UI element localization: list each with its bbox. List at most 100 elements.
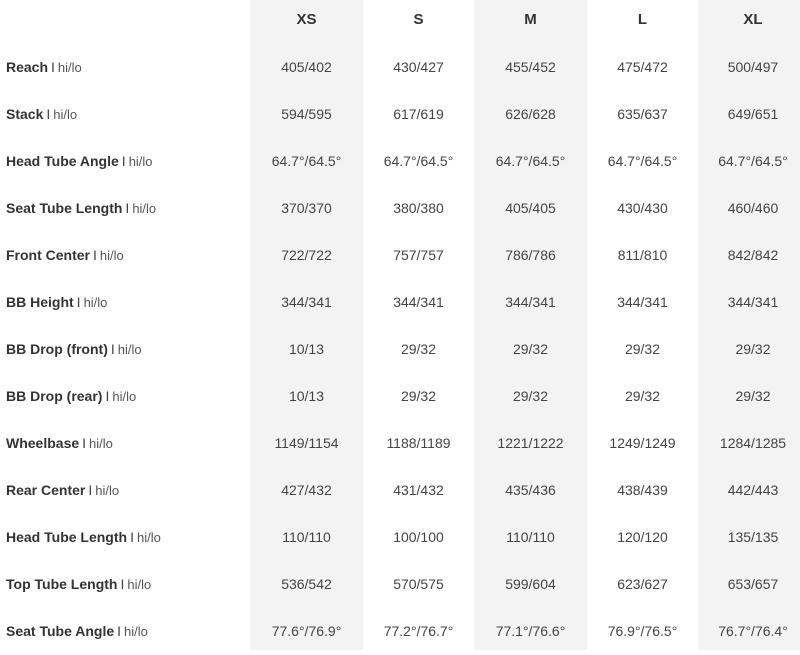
row-label-main: Wheelbase	[6, 435, 80, 451]
table-row: Stack Ihi/lo 594/595 617/619 626/628 635/637 6…	[0, 91, 800, 138]
table-cell: 626/628	[505, 106, 556, 122]
table-cell: 29/32	[512, 388, 549, 404]
table-cell: 64.7°/64.5°	[271, 153, 342, 169]
table-cell: 1221/1222	[497, 435, 564, 451]
row-label-main: Stack	[6, 106, 44, 122]
table-cell: 344/341	[617, 294, 668, 310]
row-label-separator: I	[105, 388, 110, 404]
table-cell: 757/757	[393, 247, 444, 263]
row-label-suffix: hi/lo	[132, 201, 157, 216]
table-cell: 135/135	[727, 529, 779, 545]
table-row: Head Tube Length Ihi/lo 110/110 100/100 110/…	[0, 514, 800, 561]
table-cell: 344/341	[281, 294, 332, 310]
row-label-separator: I	[51, 59, 55, 75]
table-cell: 1249/1249	[609, 435, 676, 451]
table-row: BB Drop (rear) Ihi/lo 10/13 29/32 29/32 29/32…	[0, 373, 800, 420]
row-label-suffix: hi/lo	[127, 577, 152, 592]
row-label-separator: I	[76, 294, 81, 310]
size-header-xs: XS	[296, 11, 317, 28]
table-cell: 405/405	[505, 200, 556, 216]
row-label-main: Top Tube Length	[6, 576, 118, 592]
table-row: Front Center Ihi/lo 722/722 757/757 786/786 8…	[0, 232, 800, 279]
size-header-row: XS S M L XL	[0, 0, 800, 40]
row-label-suffix: hi/lo	[89, 436, 113, 451]
table-cell: 786/786	[505, 247, 556, 263]
table-cell: 811/810	[617, 247, 668, 263]
row-label-separator: I	[82, 435, 87, 451]
table-cell: 431/432	[393, 482, 444, 498]
size-header-m: M	[524, 11, 537, 28]
table-cell: 435/436	[505, 482, 556, 498]
table-cell: 442/443	[727, 482, 779, 498]
table-row: BB Drop (front) Ihi/lo 10/13 29/32 29/32 29/3…	[0, 326, 800, 373]
row-label-separator: I	[93, 247, 97, 263]
table-row: Wheelbase Ihi/lo 1149/1154 1188/1189 1221/12…	[0, 420, 800, 467]
table-cell: 623/627	[617, 576, 668, 592]
table-cell: 599/604	[505, 576, 556, 592]
table-cell: 842/842	[727, 247, 779, 263]
table-row: Seat Tube Angle Ihi/lo 77.6°/76.9° 77.2°/76…	[0, 608, 800, 655]
row-label-suffix: hi/lo	[83, 295, 108, 310]
table-cell: 76.7°/76.4°	[718, 623, 788, 639]
table-cell: 649/651	[727, 106, 779, 122]
row-label-separator: I	[120, 576, 125, 592]
table-row: Seat Tube Length Ihi/lo 370/370 380/380 405/…	[0, 185, 800, 232]
table-cell: 617/619	[393, 106, 444, 122]
row-label-main: Rear Center	[6, 482, 86, 498]
table-cell: 100/100	[393, 529, 444, 545]
table-cell: 475/472	[617, 59, 668, 75]
table-cell: 430/427	[393, 59, 444, 75]
row-label-suffix: hi/lo	[124, 624, 148, 639]
geometry-table: XS S M L XL Reach Ihi/lo 405/402 430/427 455…	[0, 0, 800, 650]
table-cell: 64.7°/64.5°	[718, 153, 788, 169]
table-cell: 1188/1189	[386, 435, 451, 451]
table-cell: 76.9°/76.5°	[607, 623, 678, 639]
table-cell: 1284/1285	[719, 435, 787, 451]
table-cell: 635/637	[617, 106, 668, 122]
table-cell: 29/32	[624, 341, 661, 357]
table-cell: 430/430	[617, 200, 668, 216]
row-label-main: Front Center	[6, 247, 90, 263]
table-cell: 120/120	[617, 529, 668, 545]
table-cell: 344/341	[393, 294, 444, 310]
row-label-main: Head Tube Length	[6, 529, 128, 545]
table-cell: 77.6°/76.9°	[271, 623, 342, 639]
table-cell: 594/595	[281, 106, 332, 122]
table-cell: 344/341	[505, 294, 556, 310]
row-label-suffix: hi/lo	[99, 248, 124, 263]
table-cell: 64.7°/64.5°	[495, 153, 566, 169]
table-cell: 29/32	[735, 388, 771, 404]
row-label-suffix: hi/lo	[128, 154, 153, 169]
row-label-separator: I	[117, 623, 122, 639]
table-cell: 460/460	[727, 200, 779, 216]
table-row: Top Tube Length Ihi/lo 536/542 570/575 599/6…	[0, 561, 800, 608]
row-label: BB Height Ihi/lo	[6, 279, 107, 326]
row-label: Head Tube Angle Ihi/lo	[6, 138, 153, 185]
row-label-suffix: hi/lo	[117, 342, 142, 357]
table-cell: 64.7°/64.5°	[607, 153, 678, 169]
table-cell: 77.1°/76.6°	[495, 623, 566, 639]
row-label-suffix: hi/lo	[136, 530, 161, 545]
table-cell: 110/110	[282, 529, 331, 545]
table-cell: 29/32	[624, 388, 661, 404]
row-label: Wheelbase Ihi/lo	[6, 420, 113, 467]
row-label-main: Reach	[6, 59, 49, 75]
table-cell: 570/575	[393, 576, 444, 592]
row-label-suffix: hi/lo	[112, 389, 137, 404]
row-label-suffix: hi/lo	[57, 60, 82, 75]
table-cell: 29/32	[512, 341, 549, 357]
row-label: Top Tube Length Ihi/lo	[6, 561, 151, 608]
row-label: Rear Center Ihi/lo	[6, 467, 119, 514]
row-label: Stack Ihi/lo	[6, 91, 77, 138]
row-label-separator: I	[125, 200, 130, 216]
row-label: Front Center Ihi/lo	[6, 232, 124, 279]
row-label-separator: I	[130, 529, 134, 545]
row-label-separator: I	[121, 153, 126, 169]
table-cell: 370/370	[281, 200, 332, 216]
table-cell: 1149/1154	[274, 435, 339, 451]
table-cell: 10/13	[288, 341, 325, 357]
table-cell: 110/110	[506, 529, 555, 545]
table-row: Reach Ihi/lo 405/402 430/427 455/452 475/472 5…	[0, 44, 800, 91]
row-label-separator: I	[110, 341, 115, 357]
table-cell: 405/402	[281, 59, 332, 75]
